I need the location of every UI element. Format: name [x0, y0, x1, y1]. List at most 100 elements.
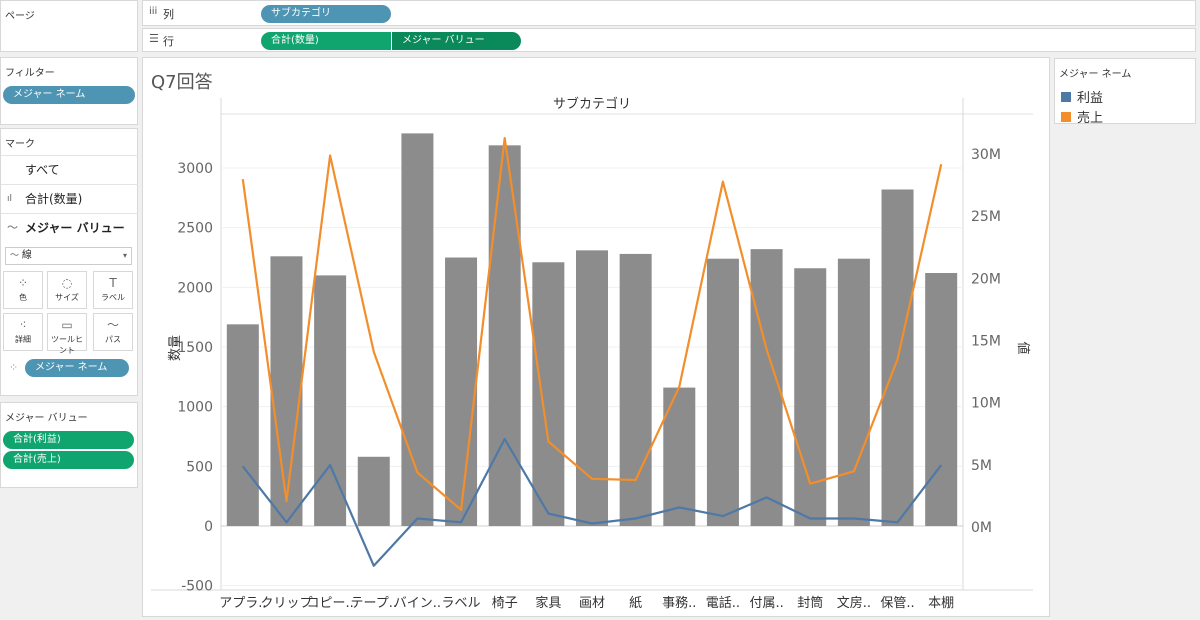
bar-quantity — [576, 250, 608, 526]
x-category-label: ラベル — [442, 596, 481, 611]
legend-item-sales[interactable]: 売上 — [1061, 107, 1103, 126]
rows-pill-measure-values[interactable]: メジャー バリュー — [392, 32, 521, 50]
x-category-label: 紙 — [629, 596, 642, 611]
rows-shelf[interactable]: ☰ 行 合計(数量) メジャー バリュー — [142, 28, 1196, 52]
y-right-tick-label: 0M — [971, 520, 992, 536]
y-right-tick-label: 25M — [971, 209, 1001, 225]
bar-quantity — [488, 145, 521, 526]
x-category-label: 事務.. — [662, 596, 696, 611]
pages-label: ページ — [5, 11, 35, 22]
rows-label: 行 — [163, 35, 174, 48]
x-category-label: 付属.. — [749, 596, 783, 611]
marks-card: マーク すべて ıl 合計(数量) 〜 メジャー バリュー 〜 線 ▾ ⁘ 色 ◌… — [0, 128, 138, 396]
bar-quantity — [445, 257, 478, 526]
measure-pill-sales[interactable]: 合計(売上) — [3, 451, 134, 469]
y-left-axis-title: 数量 — [168, 335, 183, 361]
color-dots-icon: ⁘ — [9, 361, 19, 374]
y-right-tick-label: 30M — [971, 147, 1001, 163]
columns-shelf[interactable]: iii 列 サブカテゴリ — [142, 0, 1196, 26]
size-label: サイズ — [55, 293, 79, 302]
filters-card: フィルター メジャー ネーム — [0, 57, 138, 125]
marks-measure-values-tab[interactable]: 〜 メジャー バリュー — [1, 213, 138, 241]
y-left-tick-label: -500 — [181, 579, 213, 595]
bar-quantity — [357, 456, 390, 526]
x-category-label: コピー.. — [306, 596, 353, 611]
filter-pill-measure-names[interactable]: メジャー ネーム — [3, 86, 135, 104]
x-category-label: 本棚 — [928, 596, 954, 611]
bar-quantity — [532, 262, 565, 526]
y-right-tick-label: 20M — [971, 271, 1001, 287]
marks-title: マーク — [5, 139, 35, 150]
line-chart-icon: 〜 — [7, 221, 18, 234]
worksheet-view: Q7回答 サブカテゴリ -500 0 500 1000 1500 2000 2500 3000 0… — [142, 57, 1050, 617]
x-category-label: 画材 — [579, 596, 605, 611]
color-label: 色 — [19, 293, 27, 302]
tooltip-icon: ▭ — [61, 318, 73, 332]
measure-pill-profit[interactable]: 合計(利益) — [3, 431, 134, 449]
label-button[interactable]: T ラベル — [93, 271, 133, 309]
bar-quantity — [837, 258, 870, 526]
label-label: ラベル — [101, 293, 125, 302]
legend-item-profit[interactable]: 利益 — [1061, 87, 1103, 106]
color-button[interactable]: ⁘ 色 — [3, 271, 43, 309]
legend-label-profit: 利益 — [1077, 91, 1104, 106]
y-right-tick-label: 5M — [971, 458, 992, 474]
measure-values-title: メジャー バリュー — [5, 413, 88, 424]
detail-label: 詳細 — [15, 335, 31, 344]
x-category-label: 電話.. — [706, 595, 740, 611]
columns-label: 列 — [163, 8, 174, 21]
filters-title: フィルター — [5, 68, 55, 79]
tooltip-button[interactable]: ▭ ツールヒント — [47, 313, 87, 355]
path-icon: 〜 — [106, 318, 119, 332]
bar-chart-icon: ıl — [7, 194, 13, 204]
path-button[interactable]: 〜パス — [93, 313, 133, 351]
y-right-tick-label: 10M — [971, 396, 1001, 412]
detail-icon: ⁖ — [19, 318, 27, 332]
y-left-tick-label: 1000 — [177, 400, 213, 416]
marks-measure-values-label: メジャー バリュー — [25, 221, 125, 235]
legend-title: メジャー ネーム — [1059, 69, 1132, 80]
bar-quantity — [706, 258, 739, 526]
x-category-label: 封筒 — [797, 595, 823, 611]
measure-values-card: メジャー バリュー 合計(利益) 合計(売上) — [0, 402, 138, 488]
x-category-label: 椅子 — [492, 596, 518, 611]
x-category-label: 家具 — [535, 595, 561, 611]
legend-label-sales: 売上 — [1077, 111, 1104, 126]
color-dots-icon: ⁘ — [17, 276, 29, 290]
y-left-tick-label: 3000 — [177, 161, 213, 177]
mark-type-value: 線 — [21, 250, 32, 261]
bar-quantity — [270, 256, 303, 526]
size-icon: ◌ — [61, 276, 73, 290]
line-icon: 〜 — [10, 251, 22, 261]
marks-sum-qty-tab[interactable]: ıl 合計(数量) — [1, 184, 138, 212]
y-right-tick-label: 15M — [971, 334, 1001, 350]
y-right-axis-title: 値 — [1015, 341, 1031, 354]
bar-quantity — [619, 253, 652, 527]
rows-pill-sum-qty[interactable]: 合計(数量) — [261, 32, 391, 50]
x-category-label: クリップ — [260, 596, 312, 611]
columns-pill-subcategory[interactable]: サブカテゴリ — [261, 5, 391, 23]
y-left-tick-label: 2500 — [177, 221, 213, 237]
bar-quantity — [750, 249, 783, 526]
legend-swatch-sales — [1061, 112, 1071, 122]
y-left-tick-label: 500 — [186, 459, 213, 475]
marks-pill-measure-names[interactable]: メジャー ネーム — [25, 359, 129, 377]
bar-quantity — [226, 324, 259, 526]
text-label-icon: T — [109, 276, 117, 290]
detail-button[interactable]: ⁖ 詳細 — [3, 313, 43, 351]
size-button[interactable]: ◌ サイズ — [47, 271, 87, 309]
pages-shelf[interactable]: ページ — [0, 0, 138, 52]
marks-all-tab[interactable]: すべて — [1, 155, 138, 183]
bar-quantity — [794, 268, 827, 526]
y-left-tick-label: 0 — [204, 519, 213, 535]
y-left-tick-label: 2000 — [177, 280, 213, 296]
column-header: サブカテゴリ — [553, 96, 631, 112]
x-category-label: アプラ.. — [219, 596, 266, 611]
bar-quantity — [401, 133, 434, 526]
legend-swatch-profit — [1061, 92, 1071, 102]
mark-type-dropdown[interactable]: 〜 線 ▾ — [5, 247, 132, 265]
x-category-label: 文房.. — [837, 595, 871, 611]
tooltip-label: ツールヒント — [51, 335, 83, 355]
rows-icon: ☰ — [149, 32, 159, 45]
bar-quantity — [925, 273, 958, 526]
